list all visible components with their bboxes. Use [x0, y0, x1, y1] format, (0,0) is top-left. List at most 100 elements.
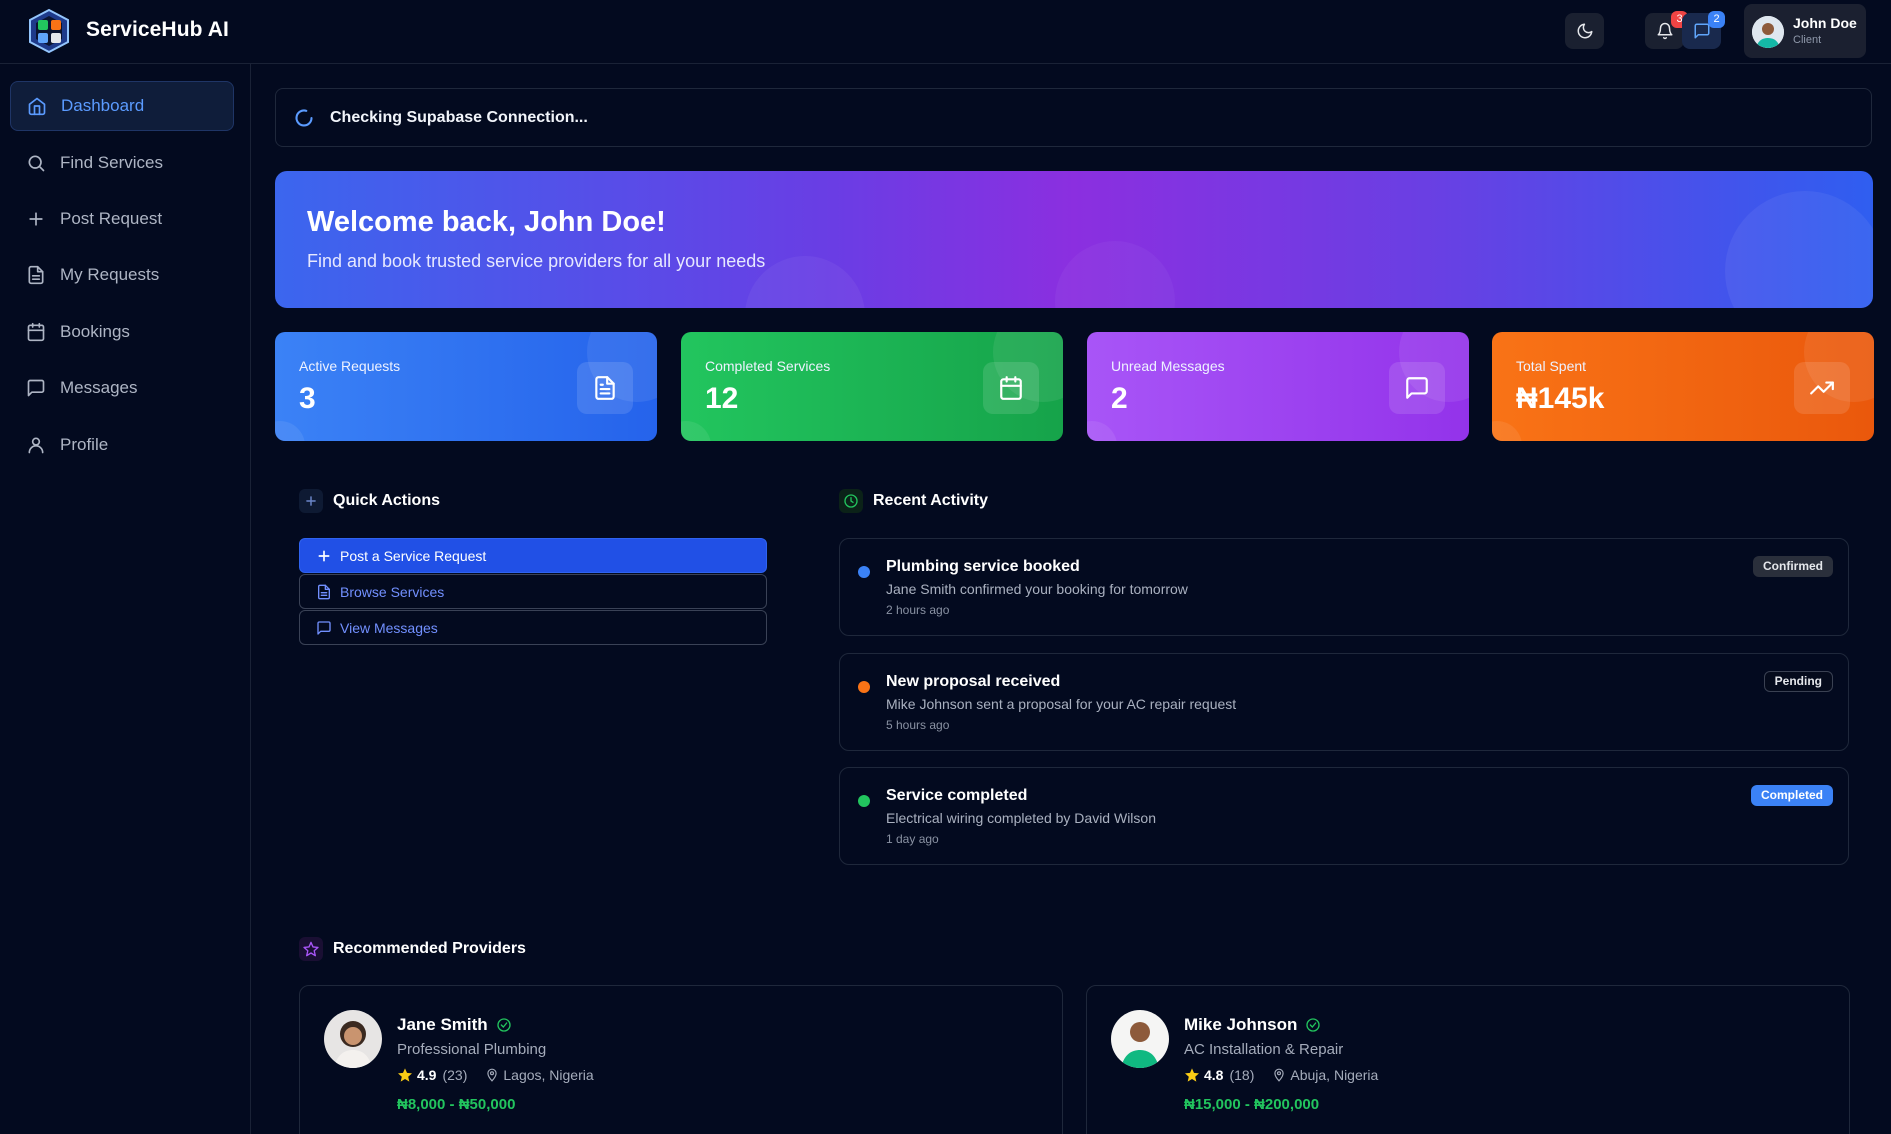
- servicehub-logo-icon[interactable]: [26, 8, 72, 54]
- chat-icon: [27, 379, 45, 397]
- activity-item[interactable]: Service completed Electrical wiring comp…: [839, 767, 1849, 865]
- activity-description: Mike Johnson sent a proposal for your AC…: [886, 696, 1237, 712]
- star-icon: [398, 1068, 412, 1082]
- activity-title: New proposal received: [886, 673, 1061, 690]
- calendar-icon: [27, 322, 45, 342]
- activity-description: Electrical wiring completed by David Wil…: [886, 810, 1156, 826]
- provider-service: AC Installation & Repair: [1184, 1041, 1344, 1058]
- welcome-title: Welcome back, John Doe!: [307, 206, 666, 238]
- sidebar-item-bookings[interactable]: Bookings: [10, 307, 234, 357]
- provider-card[interactable]: Jane Smith Professional Plumbing 4.9 (23…: [299, 985, 1063, 1134]
- plus-icon: [299, 489, 323, 513]
- search-icon: [28, 155, 45, 172]
- provider-service: Professional Plumbing: [397, 1041, 547, 1058]
- browse-services-button[interactable]: Browse Services: [299, 574, 767, 609]
- verified-check-icon: [497, 1018, 511, 1032]
- top-bar: ServiceHub AI 3 2 John Doe Client: [0, 0, 1891, 64]
- stat-value: 2: [1111, 382, 1128, 415]
- document-icon: [28, 265, 44, 285]
- provider-avatar: [324, 1010, 382, 1068]
- sidebar-item-profile[interactable]: Profile: [10, 420, 234, 470]
- status-badge: Completed: [1750, 785, 1833, 806]
- star-icon: [299, 937, 323, 961]
- sidebar-item-label: Messages: [60, 378, 138, 397]
- provider-card[interactable]: Mike Johnson AC Installation & Repair 4.…: [1086, 985, 1850, 1134]
- status-dot: [858, 566, 870, 578]
- button-label: View Messages: [340, 619, 438, 636]
- welcome-subtitle: Find and book trusted service providers …: [307, 251, 766, 271]
- stat-value: ₦145k: [1516, 382, 1605, 415]
- status-badge: Confirmed: [1753, 556, 1833, 577]
- notifications-button[interactable]: 3: [1645, 11, 1688, 49]
- provider-rating: 4.8: [1204, 1067, 1224, 1083]
- provider-name: Mike Johnson: [1184, 1015, 1298, 1034]
- sidebar-item-label: Post Request: [60, 209, 163, 228]
- connection-status-bar: Checking Supabase Connection...: [275, 88, 1872, 147]
- user-role: Client: [1793, 34, 1822, 46]
- provider-price-range: ₦8,000 - ₦50,000: [397, 1096, 516, 1113]
- recent-activity-title: Recent Activity: [873, 492, 988, 509]
- map-pin-icon: [487, 1068, 498, 1082]
- connection-status-text: Checking Supabase Connection...: [330, 108, 588, 126]
- welcome-banner: Welcome back, John Doe! Find and book tr…: [275, 171, 1873, 308]
- sidebar-item-messages[interactable]: Messages: [10, 363, 234, 413]
- messages-button[interactable]: 2: [1682, 11, 1725, 49]
- sidebar-item-label: My Requests: [60, 265, 160, 284]
- trending-up-icon: [1794, 362, 1850, 414]
- status-dot: [858, 795, 870, 807]
- brand-name[interactable]: ServiceHub AI: [86, 18, 229, 42]
- stat-card-active-requests[interactable]: Active Requests 3: [275, 332, 657, 441]
- provider-avatar: [1111, 1010, 1169, 1068]
- user-name: John Doe: [1793, 15, 1857, 31]
- theme-toggle-button[interactable]: [1565, 13, 1604, 49]
- view-messages-button[interactable]: View Messages: [299, 610, 767, 645]
- stat-label: Total Spent: [1516, 358, 1587, 374]
- calendar-icon: [983, 362, 1039, 414]
- sidebar: Dashboard Find Services Post Request My …: [0, 64, 251, 1134]
- provider-review-count: (23): [442, 1067, 468, 1083]
- messages-count-badge: 2: [1708, 11, 1725, 28]
- button-label: Post a Service Request: [340, 547, 487, 564]
- recommended-providers-title: Recommended Providers: [333, 940, 526, 957]
- provider-meta: 4.8 (18) Abuja, Nigeria: [1184, 1067, 1378, 1083]
- sidebar-item-label: Find Services: [60, 153, 163, 172]
- map-pin-icon: [1274, 1068, 1285, 1082]
- provider-location: Abuja, Nigeria: [1290, 1067, 1379, 1083]
- stat-label: Unread Messages: [1111, 358, 1225, 374]
- provider-location: Lagos, Nigeria: [503, 1067, 594, 1083]
- stat-card-completed-services[interactable]: Completed Services 12: [681, 332, 1063, 441]
- stat-value: 12: [705, 382, 739, 415]
- post-service-request-button[interactable]: Post a Service Request: [299, 538, 767, 573]
- stat-card-unread-messages[interactable]: Unread Messages 2: [1087, 332, 1469, 441]
- stat-label: Completed Services: [705, 358, 831, 374]
- activity-description: Jane Smith confirmed your booking for to…: [886, 581, 1188, 597]
- activity-item[interactable]: Plumbing service booked Jane Smith confi…: [839, 538, 1849, 636]
- activity-time: 1 day ago: [886, 832, 939, 846]
- quick-actions-heading: Quick Actions: [299, 489, 440, 513]
- sidebar-item-my-requests[interactable]: My Requests: [10, 250, 234, 300]
- sidebar-item-label: Bookings: [60, 322, 130, 341]
- sidebar-item-post-request[interactable]: Post Request: [10, 194, 234, 244]
- plus-icon: [318, 550, 330, 561]
- sidebar-item-dashboard[interactable]: Dashboard: [10, 81, 234, 131]
- activity-title: Plumbing service booked: [886, 558, 1080, 575]
- star-icon: [1185, 1068, 1199, 1082]
- sidebar-item-find-services[interactable]: Find Services: [10, 138, 234, 188]
- provider-rating: 4.9: [417, 1067, 437, 1083]
- activity-item[interactable]: New proposal received Mike Johnson sent …: [839, 653, 1849, 751]
- provider-name-row: Jane Smith: [397, 1015, 512, 1035]
- status-badge: Pending: [1763, 671, 1833, 692]
- button-label: Browse Services: [340, 583, 445, 600]
- verified-check-icon: [1306, 1018, 1321, 1032]
- status-dot: [858, 681, 870, 693]
- activity-title: Service completed: [886, 787, 1028, 804]
- activity-time: 5 hours ago: [886, 718, 950, 732]
- user-menu[interactable]: John Doe Client: [1744, 4, 1866, 58]
- quick-actions-title: Quick Actions: [333, 492, 440, 509]
- clock-icon: [839, 489, 863, 513]
- document-icon: [577, 362, 633, 414]
- sidebar-item-label: Profile: [60, 435, 109, 454]
- chat-icon: [317, 620, 331, 635]
- home-icon: [28, 97, 46, 116]
- stat-card-total-spent[interactable]: Total Spent ₦145k: [1492, 332, 1874, 441]
